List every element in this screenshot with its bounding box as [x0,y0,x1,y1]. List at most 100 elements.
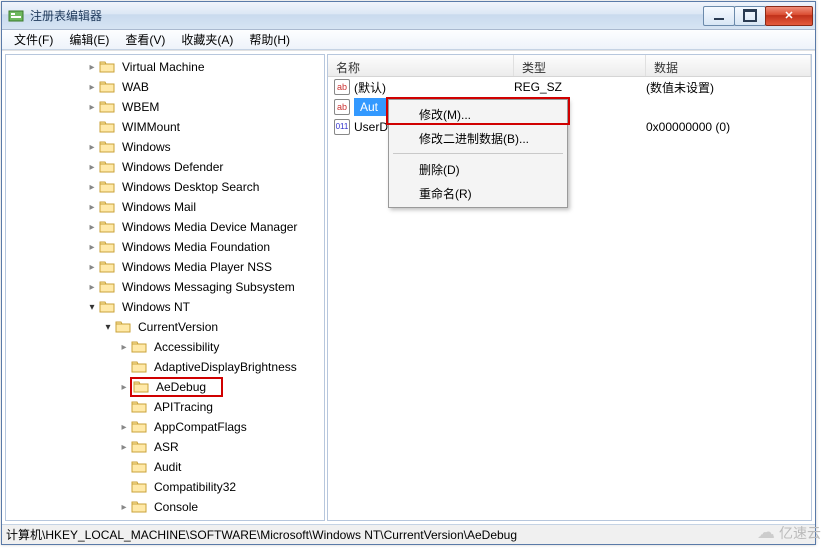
tree-item[interactable]: Windows [6,137,324,157]
value-type: REG_SZ [514,80,646,94]
expand-icon[interactable] [118,442,130,453]
tree-item[interactable]: Audit [6,457,324,477]
ctx-delete[interactable]: 删除(D) [391,157,565,181]
maximize-button[interactable] [734,6,766,26]
values-pane[interactable]: 名称 类型 数据 ab(默认)REG_SZ(数值未设置)abAut011User… [327,54,812,521]
folder-icon [115,319,133,335]
menu-file[interactable]: 文件(F) [6,29,61,50]
ctx-modify-binary[interactable]: 修改二进制数据(B)... [391,126,565,150]
folder-icon [131,479,149,495]
folder-icon [131,359,149,375]
folder-icon [99,299,117,315]
menu-view[interactable]: 查看(V) [117,29,173,50]
expand-icon[interactable] [86,162,98,173]
tree-item[interactable]: AdaptiveDisplayBrightness [6,357,324,377]
minimize-button[interactable] [703,6,735,26]
value-name: (默认) [354,79,514,96]
expand-icon[interactable] [86,82,98,93]
ctx-separator [393,153,563,154]
expand-icon[interactable] [86,222,98,233]
expand-icon[interactable] [118,342,130,353]
col-type[interactable]: 类型 [514,55,646,76]
folder-icon [131,459,149,475]
tree-item[interactable]: AppCompatFlags [6,417,324,437]
tree-item-label: Windows Desktop Search [119,179,262,195]
menu-edit[interactable]: 编辑(E) [61,29,117,50]
expand-icon[interactable] [86,142,98,153]
col-name[interactable]: 名称 [328,55,514,76]
expand-icon[interactable] [86,262,98,273]
tree-item[interactable]: Windows Media Device Manager [6,217,324,237]
tree-item-label: AppCompatFlags [151,419,250,435]
tree-item[interactable]: Windows Media Player NSS [6,257,324,277]
window-title: 注册表编辑器 [30,7,704,24]
folder-icon [131,399,149,415]
tree-item[interactable]: Windows Messaging Subsystem [6,277,324,297]
titlebar[interactable]: 注册表编辑器 [2,2,815,30]
tree-item[interactable]: CurrentVersion [6,317,324,337]
menu-help[interactable]: 帮助(H) [241,29,298,50]
col-data[interactable]: 数据 [646,55,811,76]
status-path: 计算机\HKEY_LOCAL_MACHINE\SOFTWARE\Microsof… [6,526,517,543]
collapse-icon[interactable] [102,322,114,333]
tree-item[interactable]: Windows Media Foundation [6,237,324,257]
expand-icon[interactable] [86,62,98,73]
tree-pane[interactable]: Virtual MachineWABWBEM WIMMount Windows Win… [5,54,325,521]
tree-item[interactable]: Windows NT [6,297,324,317]
tree-item-label: Windows [119,139,174,155]
collapse-icon[interactable] [86,302,98,313]
folder-icon [99,79,117,95]
tree-item[interactable]: Console [6,497,324,517]
expand-icon[interactable] [86,182,98,193]
folder-icon [99,239,117,255]
tree-item[interactable]: ASR [6,437,324,457]
tree-item-label: Console [151,499,201,515]
folder-icon [99,159,117,175]
folder-icon [99,99,117,115]
tree-item-label: Accessibility [151,339,222,355]
ctx-rename[interactable]: 重命名(R) [391,181,565,205]
window-buttons [704,6,813,26]
tree-item[interactable]: Windows Defender [6,157,324,177]
folder-icon [131,439,149,455]
expand-icon[interactable] [86,242,98,253]
tree-item[interactable]: APITracing [6,397,324,417]
tree-item[interactable]: WAB [6,77,324,97]
tree-item-label: Compatibility32 [151,479,239,495]
tree-item-label: Windows Media Foundation [119,239,273,255]
menu-favorites[interactable]: 收藏夹(A) [173,29,241,50]
expand-icon[interactable] [86,282,98,293]
tree-item[interactable]: Compatibility32 [6,477,324,497]
folder-icon [131,339,149,355]
expand-icon[interactable] [86,102,98,113]
tree-item[interactable]: Windows Mail [6,197,324,217]
tree-item[interactable]: WBEM [6,97,324,117]
folder-icon [133,379,151,395]
ctx-modify[interactable]: 修改(M)... [391,102,565,126]
close-button[interactable] [765,6,813,26]
folder-icon [99,59,117,75]
folder-icon [99,119,117,135]
folder-icon [131,419,149,435]
expand-icon[interactable] [118,422,130,433]
expand-icon[interactable] [86,202,98,213]
list-header: 名称 类型 数据 [328,55,811,77]
tree-item-label: APITracing [151,399,216,415]
tree-item-label: CurrentVersion [135,319,221,335]
context-menu: 修改(M)... 修改二进制数据(B)... 删除(D) 重命名(R) [388,99,568,208]
tree-item-label: WIMMount [119,119,183,135]
tree-item[interactable]: Accessibility [6,337,324,357]
tree-item-label: Audit [151,459,184,475]
tree-item-label: Windows Media Player NSS [119,259,275,275]
tree-item[interactable]: WIMMount [6,117,324,137]
tree-item[interactable]: Windows Desktop Search [6,177,324,197]
tree-item[interactable]: AeDebug [6,377,324,397]
expand-icon[interactable] [118,382,130,393]
tree-item-label: Windows Mail [119,199,199,215]
dword-value-icon: 011 [334,119,350,135]
value-data: 0x00000000 (0) [646,120,811,134]
expand-icon[interactable] [118,502,130,513]
string-value-icon: ab [334,79,350,95]
value-row[interactable]: ab(默认)REG_SZ(数值未设置) [328,77,811,97]
tree-item[interactable]: Virtual Machine [6,57,324,77]
